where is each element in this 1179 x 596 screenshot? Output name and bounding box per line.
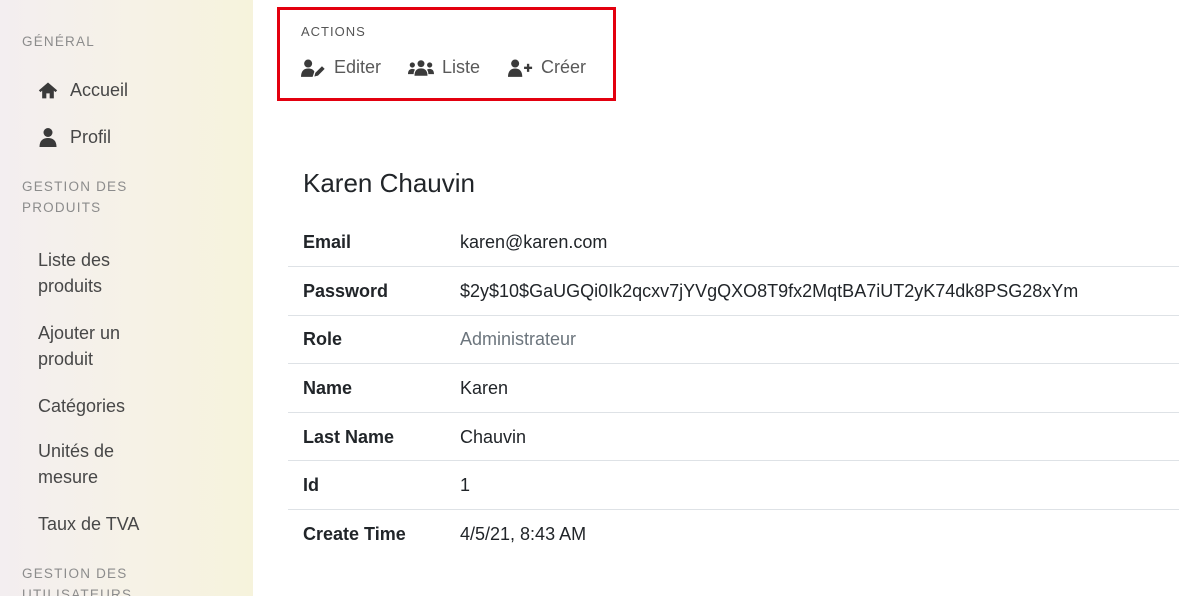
field-key: Name: [288, 363, 460, 413]
sidebar-item-unites-mesure[interactable]: Unités de mesure: [38, 438, 114, 490]
sidebar-item-label: Accueil: [70, 80, 129, 100]
sidebar-item-label: Profil: [70, 127, 112, 147]
table-row: Name Karen: [288, 363, 1179, 413]
sidebar-item-taux-tva[interactable]: Taux de TVA: [38, 511, 139, 537]
list-users-button[interactable]: Liste: [408, 57, 480, 78]
field-key: Last Name: [288, 411, 460, 461]
table-row: Password $2y$10$GaUGQi0Ik2qcxv7jYVgQXO8T…: [288, 266, 1179, 316]
section-title-gestion-produits: GESTION DES PRODUITS: [22, 179, 128, 215]
sidebar-item-categories[interactable]: Catégories: [38, 393, 125, 419]
edit-user-label: Editer: [334, 57, 382, 77]
table-row: Create Time 4/5/21, 8:43 AM: [288, 509, 1179, 559]
actions-panel: ACTIONS Editer Liste Créer: [277, 7, 616, 101]
table-row: Last Name Chauvin: [288, 411, 1179, 461]
table-row: Email karen@karen.com: [288, 218, 1179, 267]
field-value: Administrateur: [460, 314, 1179, 364]
user-plus-icon: [508, 59, 533, 77]
field-key: Create Time: [288, 509, 460, 559]
sidebar-item-accueil[interactable]: Accueil: [38, 77, 128, 103]
sidebar-item-profil[interactable]: Profil: [38, 124, 111, 150]
field-value: Karen: [460, 363, 1179, 413]
list-users-label: Liste: [442, 57, 481, 77]
field-key: Password: [288, 266, 460, 316]
field-value: karen@karen.com: [460, 232, 608, 253]
section-title-gestion-utilisateurs: GESTION DES UTILISATEURS: [22, 566, 133, 596]
users-icon: [408, 59, 434, 76]
table-row: Role Administrateur: [288, 314, 1179, 364]
sidebar-item-ajouter-produit[interactable]: Ajouter un produit: [38, 320, 120, 372]
actions-title: ACTIONS: [301, 24, 366, 39]
create-user-button[interactable]: Créer: [508, 57, 586, 78]
field-value: 4/5/21, 8:43 AM: [460, 509, 1179, 559]
edit-user-button[interactable]: Editer: [301, 57, 381, 78]
user-detail-table: Email karen@karen.com Password $2y$10$Ga…: [288, 218, 1179, 559]
section-title-general: GÉNÉRAL: [22, 34, 95, 49]
field-value: $2y$10$GaUGQi0Ik2qcxv7jYVgQXO8T9fx2MqtBA…: [460, 266, 1179, 316]
field-key: Id: [288, 460, 460, 510]
field-key: Email: [303, 232, 352, 253]
user-edit-icon: [301, 59, 325, 77]
sidebar-item-liste-produits[interactable]: Liste des produits: [38, 247, 110, 299]
table-row: Id 1: [288, 460, 1179, 510]
field-key: Role: [288, 314, 460, 364]
page-title: Karen Chauvin: [303, 168, 475, 198]
user-icon: [38, 127, 58, 147]
create-user-label: Créer: [541, 57, 587, 77]
field-value: Chauvin: [460, 411, 1179, 461]
field-value: 1: [460, 460, 1179, 510]
home-icon: [38, 80, 58, 100]
sidebar: GÉNÉRAL Accueil Profil GESTION DES PRODU…: [0, 0, 253, 596]
